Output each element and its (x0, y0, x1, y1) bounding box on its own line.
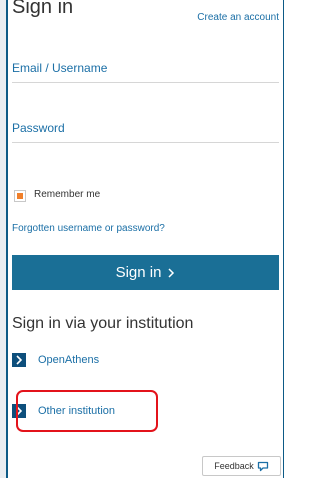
feedback-button[interactable]: Feedback (202, 456, 281, 476)
remember-me-checkbox[interactable] (14, 190, 26, 202)
email-field[interactable]: Email / Username (12, 61, 107, 75)
window-right-edge (283, 0, 284, 478)
feedback-button-label: Feedback (214, 461, 254, 471)
highlight-annotation (16, 390, 158, 432)
email-field-underline (12, 82, 279, 83)
sign-in-button-label: Sign in (115, 264, 162, 281)
speech-bubble-icon (257, 461, 268, 471)
chevron-right-icon (12, 353, 26, 367)
password-field[interactable]: Password (12, 121, 65, 135)
openathens-option[interactable]: OpenAthens (12, 353, 99, 367)
checkbox-check-mark (17, 193, 23, 199)
page-title: Sign in (12, 0, 74, 18)
sign-in-button[interactable]: Sign in (12, 255, 279, 290)
sign-in-panel: Sign in Create an account Email / Userna… (8, 0, 283, 478)
institution-section-title: Sign in via your institution (12, 315, 194, 332)
forgot-credentials-link[interactable]: Forgotten username or password? (12, 223, 165, 234)
remember-me-label: Remember me (34, 189, 101, 200)
password-field-underline (12, 142, 279, 143)
openathens-option-label: OpenAthens (38, 354, 100, 366)
chevron-right-icon (168, 267, 175, 278)
create-account-link[interactable]: Create an account (197, 12, 279, 23)
